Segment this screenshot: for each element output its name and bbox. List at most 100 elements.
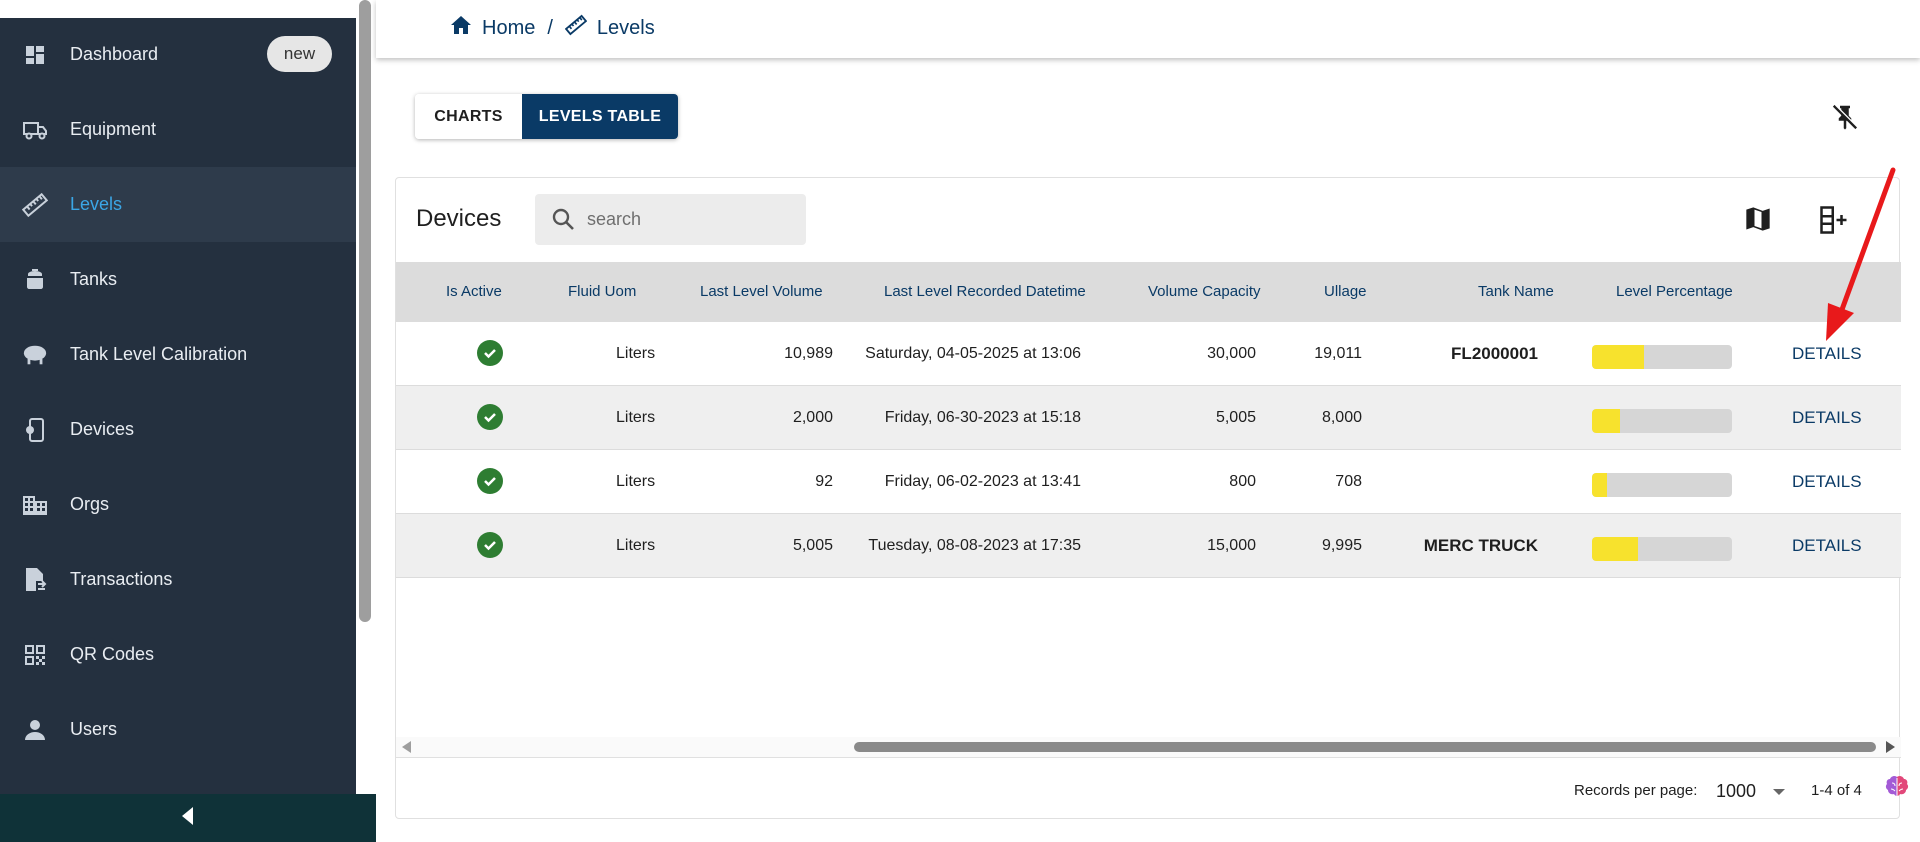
sidebar-item-label: Tanks [70,269,118,289]
cell-last-level-datetime: Friday, 06-02-2023 at 13:41 [884,473,1081,490]
sidebar-top-strip [0,0,356,18]
search-icon [551,207,575,236]
footer-divider [396,757,1901,758]
level-percentage-bar [1592,473,1732,497]
column-header-last-level-recorded-datetime[interactable]: Last Level Recorded Datetime [884,262,1086,322]
cell-ullage: 19,011 [1314,345,1362,362]
level-percentage-bar [1592,409,1732,433]
table-row: Liters 5,005 Tuesday, 08-08-2023 at 17:3… [396,514,1901,578]
column-header-tank-name[interactable]: Tank Name [1478,262,1554,322]
sidebar-item-label: Users [70,719,118,739]
column-header-is-active[interactable]: Is Active [446,262,502,322]
sidebar-item-label: QR Codes [70,644,155,664]
sidebar-item-label: Transactions [70,569,173,589]
transactions-icon [22,567,48,593]
sidebar-item-label: Dashboard [70,44,159,64]
details-link[interactable]: DETAILS [1792,322,1862,386]
records-per-page-value: 1000 [1716,780,1757,801]
table-header: Is Active Fluid Uom Last Level Volume La… [396,262,1901,322]
map-icon[interactable] [1744,205,1772,233]
sidebar-collapse-button[interactable] [0,794,376,842]
dropdown-caret-icon[interactable] [1773,789,1785,795]
table-row: Liters 10,989 Saturday, 04-05-2025 at 13… [396,322,1901,386]
breadcrumb-separator: / [547,16,553,39]
sidebar-item-tanks[interactable]: Tanks [0,242,356,317]
level-bar-fill [1592,473,1608,497]
cell-tank-name [1402,386,1538,450]
cell-fluid-uom: Liters [616,409,656,426]
ruler-icon [564,14,588,42]
cell-ullage: 9,995 [1321,537,1362,554]
level-bar-fill [1592,409,1620,433]
sidebar-item-label: Tank Level Calibration [70,344,248,364]
cell-volume-capacity: 800 [1229,473,1256,490]
sidebar-item-label: Equipment [70,119,157,139]
home-icon[interactable] [450,15,472,41]
cell-last-level-volume: 92 [815,473,833,490]
table-row: Liters 2,000 Friday, 06-30-2023 at 15:18… [396,386,1901,450]
scroll-left-arrow-icon[interactable] [402,741,411,753]
sidebar-item-dashboard[interactable]: Dashboard new [0,17,356,92]
details-link[interactable]: DETAILS [1792,450,1862,514]
devices-card: Devices Is Active Fluid Uom Last Level V… [395,177,1901,819]
cell-last-level-volume: 5,005 [792,537,833,554]
calibration-icon [22,342,48,368]
sidebar-item-tank-level-calibration[interactable]: Tank Level Calibration [0,317,356,392]
new-badge: new [267,36,332,72]
user-icon [22,717,48,743]
cell-volume-capacity: 5,005 [1215,409,1256,426]
table-row: Liters 92 Friday, 06-02-2023 at 13:41 80… [396,450,1901,514]
details-link[interactable]: DETAILS [1792,514,1862,578]
table-horizontal-scrollbar[interactable] [396,737,1901,757]
records-per-page-select[interactable]: 1000 [1716,776,1798,806]
cell-fluid-uom: Liters [616,473,656,490]
cell-ullage: 8,000 [1321,409,1362,426]
column-header-fluid-uom[interactable]: Fluid Uom [568,262,636,322]
qr-code-icon [22,642,48,668]
sidebar-item-levels[interactable]: Levels [0,167,356,242]
sidebar-item-devices[interactable]: Devices [0,392,356,467]
sidebar-item-label: Orgs [70,494,110,514]
breadcrumb-current[interactable]: Levels [597,17,655,40]
sidebar-item-orgs[interactable]: Orgs [0,467,356,542]
column-header-level-percentage[interactable]: Level Percentage [1616,262,1733,322]
level-bar-fill [1592,537,1639,561]
search-input[interactable] [587,194,797,245]
breadcrumb-home[interactable]: Home [482,17,535,40]
tank-icon [22,267,48,293]
active-check-icon [477,404,503,430]
brain-assistant-icon[interactable] [1884,774,1910,800]
cell-volume-capacity: 30,000 [1207,345,1256,362]
sidebar-item-qr-codes[interactable]: QR Codes [0,617,356,692]
cell-last-level-datetime: Tuesday, 08-08-2023 at 17:35 [868,537,1081,554]
sidebar-item-transactions[interactable]: Transactions [0,542,356,617]
levels-table-tab[interactable]: LEVELS TABLE [522,94,678,139]
cell-ullage: 708 [1335,473,1362,490]
column-header-last-level-volume[interactable]: Last Level Volume [700,262,823,322]
search-box [535,194,806,245]
sidebar-item-label: Levels [70,194,123,214]
column-header-volume-capacity[interactable]: Volume Capacity [1148,262,1261,322]
add-column-icon[interactable] [1819,205,1849,235]
horizontal-scroll-thumb[interactable] [854,742,1876,752]
scroll-right-arrow-icon[interactable] [1886,741,1895,753]
cell-last-level-datetime: Saturday, 04-05-2025 at 13:06 [865,345,1081,362]
sidebar-item-label: Devices [70,419,135,439]
details-link[interactable]: DETAILS [1792,386,1862,450]
charts-tab[interactable]: CHARTS [415,94,522,139]
sidebar-scroll-thumb[interactable] [359,0,371,622]
unpin-icon[interactable] [1830,102,1860,132]
active-check-icon [477,468,503,494]
cell-volume-capacity: 15,000 [1207,537,1256,554]
level-bar-fill [1592,345,1644,369]
column-header-ullage[interactable]: Ullage [1324,262,1367,322]
cell-tank-name: FL2000001 [1451,344,1538,363]
level-percentage-bar [1592,345,1732,369]
cell-tank-name: MERC TRUCK [1423,536,1538,555]
building-icon [22,492,48,518]
sidebar-item-users[interactable]: Users [0,692,356,767]
ruler-icon [22,192,48,218]
records-per-page-label: Records per page: [1574,782,1698,799]
sidebar-item-equipment[interactable]: Equipment [0,92,356,167]
chevron-left-icon [181,806,195,830]
